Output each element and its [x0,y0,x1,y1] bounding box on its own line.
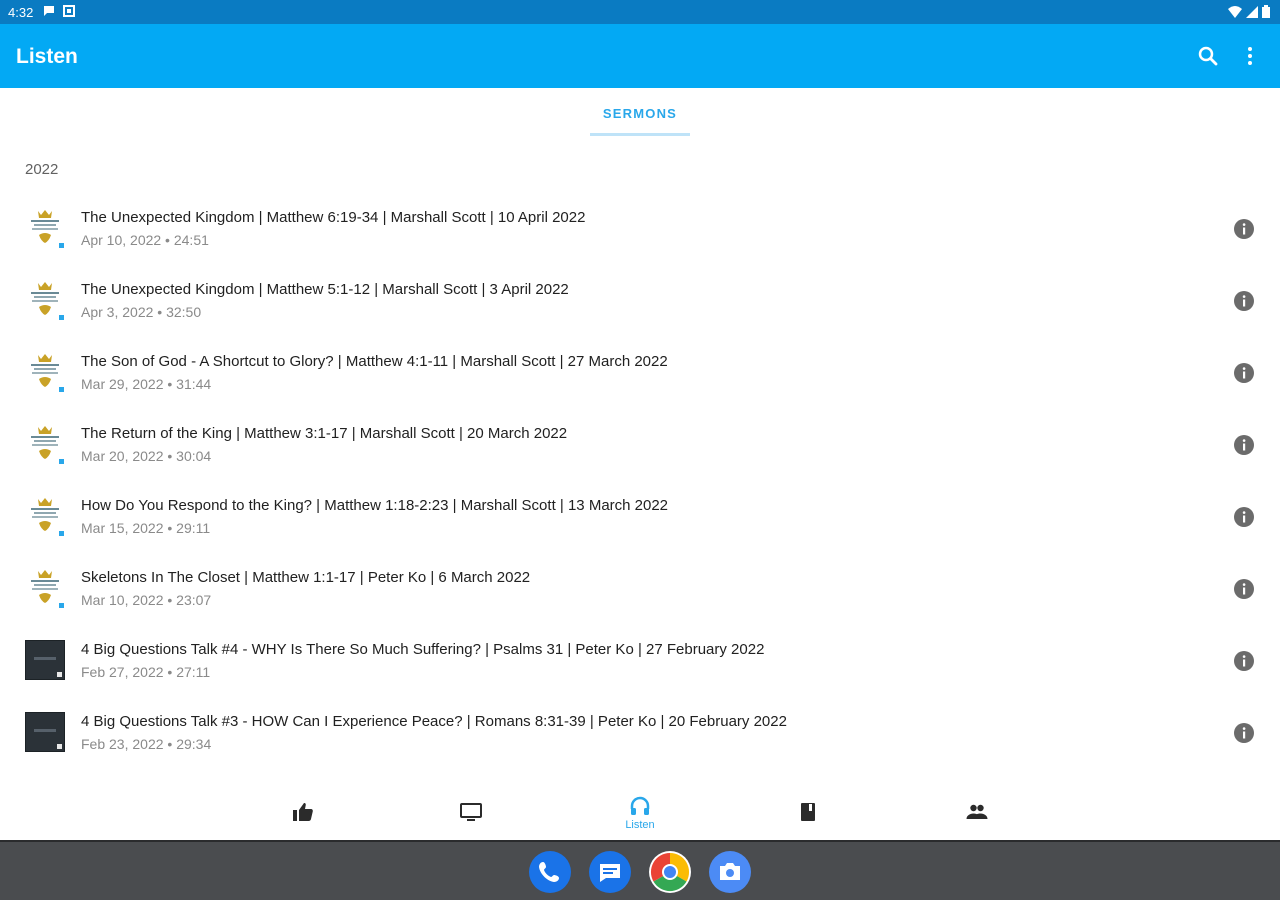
episode-row[interactable]: The Son of God - A Shortcut to Glory? | … [0,326,1280,398]
nav-item-listen[interactable]: Listen [610,782,670,840]
info-icon[interactable] [1233,578,1255,600]
status-icons [1228,5,1270,18]
cellular-icon [1246,5,1258,18]
cover-thumbnail [25,640,65,680]
messages-icon [600,864,620,882]
section-header-year: 2022 [25,161,59,178]
tab-sermons-label: SERMONS [602,106,678,121]
episode-subtitle: Mar 20, 2022 • 30:04 [81,448,212,464]
status-time: 4:32 [8,5,34,20]
crown-logo-thumbnail [25,208,65,248]
episode-subtitle: Mar 15, 2022 • 29:11 [81,520,211,536]
episode-title: How Do You Respond to the King? | Matthe… [81,497,669,514]
episode-subtitle: Mar 10, 2022 • 23:07 [81,592,212,608]
status-bar: 4:32 [0,0,1280,24]
episode-row[interactable]: The Return of the King | Matthew 3:1-17 … [0,398,1280,470]
crown-logo-thumbnail [25,496,65,536]
camera-app-icon[interactable] [709,851,751,893]
nav-item-community[interactable] [947,782,1007,840]
episode-list: The Unexpected Kingdom | Matthew 6:19-34… [0,182,1280,758]
info-icon[interactable] [1233,506,1255,528]
episode-row[interactable]: The Unexpected Kingdom | Matthew 6:19-34… [0,182,1280,254]
episode-title: The Unexpected Kingdom | Matthew 6:19-34… [81,209,586,226]
search-icon[interactable] [1196,44,1220,68]
episode-subtitle: Feb 23, 2022 • 29:34 [81,736,212,752]
crown-logo-thumbnail [25,280,65,320]
nav-item-read[interactable] [778,782,838,840]
book-icon [801,803,815,821]
episode-title: 4 Big Questions Talk #3 - HOW Can I Expe… [81,713,787,730]
episode-subtitle: Apr 3, 2022 • 32:50 [81,304,202,320]
crown-logo-thumbnail [25,568,65,608]
tab-bar: SERMONS [0,88,1280,138]
episode-title: The Return of the King | Matthew 3:1-17 … [81,425,568,442]
app-bar: Listen [0,24,1280,88]
camera-icon [720,863,740,880]
battery-icon [1262,5,1270,18]
episode-title: Skeletons In The Closet | Matthew 1:1-17… [81,569,531,586]
image-notification-icon [63,5,75,17]
episode-title: The Unexpected Kingdom | Matthew 5:1-12 … [81,281,569,298]
info-icon[interactable] [1233,434,1255,456]
episode-subtitle: Feb 27, 2022 • 27:11 [81,664,211,680]
info-icon[interactable] [1233,290,1255,312]
episode-row[interactable]: 4 Big Questions Talk #4 - WHY Is There S… [0,614,1280,686]
episode-subtitle: Mar 29, 2022 • 31:44 [81,376,212,392]
nav-item-recommended[interactable] [273,782,333,840]
episode-row[interactable]: 4 Big Questions Talk #3 - HOW Can I Expe… [0,686,1280,758]
info-icon[interactable] [1233,722,1255,744]
chrome-app-icon[interactable] [649,851,691,893]
system-dock [0,840,1280,900]
episode-subtitle: Apr 10, 2022 • 24:51 [81,232,209,248]
people-icon [966,804,988,819]
page-title: Listen [16,45,78,68]
cover-thumbnail [25,712,65,752]
nav-item-watch[interactable] [441,782,501,840]
episode-row[interactable]: The Unexpected Kingdom | Matthew 5:1-12 … [0,254,1280,326]
crown-logo-thumbnail [25,424,65,464]
tab-sermons[interactable]: SERMONS [590,88,690,138]
wifi-icon [1228,5,1242,18]
more-options-icon[interactable] [1238,44,1262,68]
crown-logo-thumbnail [25,352,65,392]
phone-app-icon[interactable] [529,851,571,893]
tv-icon [460,803,482,821]
messages-app-icon[interactable] [589,851,631,893]
chrome-icon [650,852,690,892]
info-icon[interactable] [1233,362,1255,384]
episode-title: 4 Big Questions Talk #4 - WHY Is There S… [81,641,765,658]
tab-indicator [590,133,690,136]
headphones-icon [630,796,650,815]
info-icon[interactable] [1233,218,1255,240]
chat-notification-icon [44,6,54,16]
nav-item-listen-label: Listen [625,819,655,831]
phone-icon [539,862,559,882]
episode-row[interactable]: How Do You Respond to the King? | Matthe… [0,470,1280,542]
info-icon[interactable] [1233,650,1255,672]
bottom-navigation: Listen [0,782,1280,840]
episode-title: The Son of God - A Shortcut to Glory? | … [81,353,668,370]
episode-row[interactable]: Skeletons In The Closet | Matthew 1:1-17… [0,542,1280,614]
thumbs-up-icon [293,803,313,821]
